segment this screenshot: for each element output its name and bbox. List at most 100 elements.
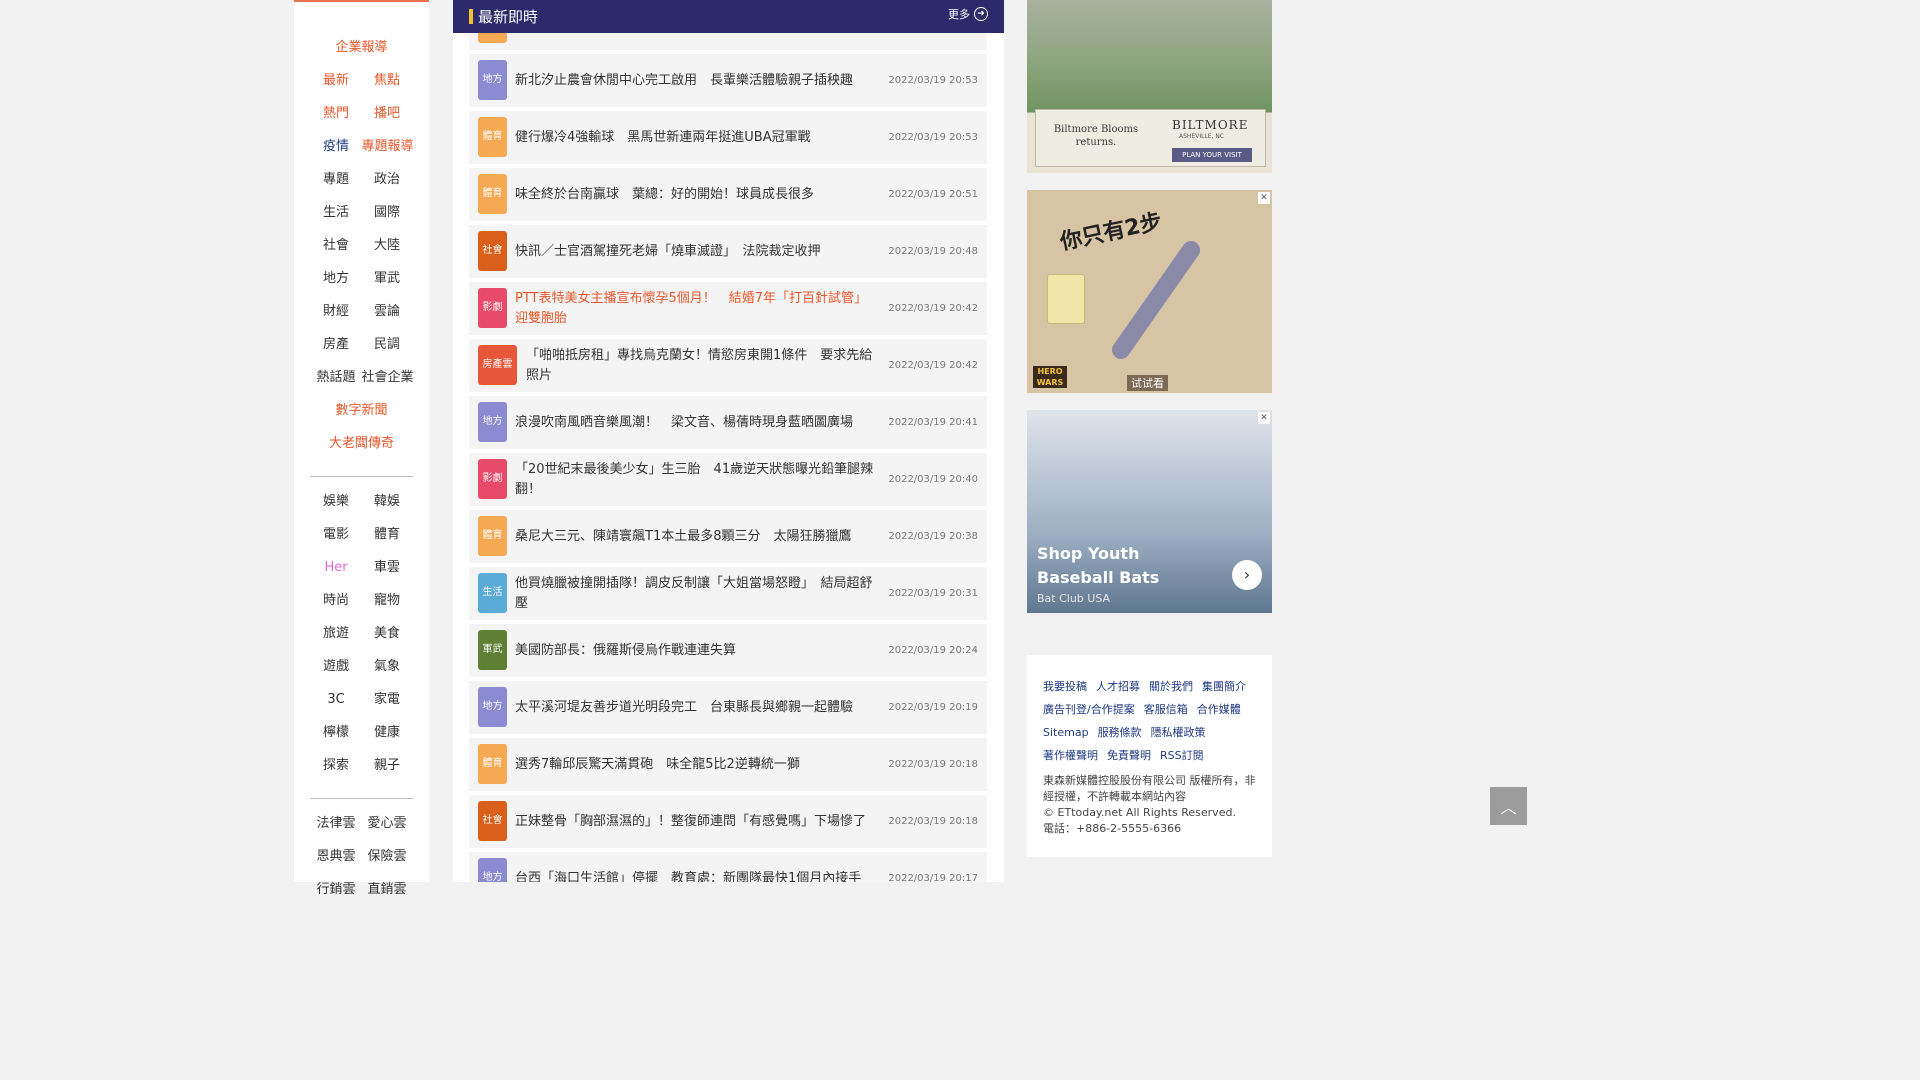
footer-link[interactable]: 人才招募 (1096, 680, 1140, 693)
news-item[interactable]: 社會 正妹整骨「胸部濕濕的」！整復師連問「有感覺嗎」下場慘了 2022/03/19 … (469, 795, 987, 848)
sidebar-link[interactable]: 國際 (362, 196, 413, 229)
news-headline[interactable]: 新北汐止農會休閒中心完工啟用 長輩樂活體驗親子插秧趣 (515, 54, 875, 107)
sidebar-link[interactable]: 財經 (311, 295, 362, 328)
sidebar-link[interactable]: 房產 (311, 328, 362, 361)
news-headline[interactable]: 浪漫吹南風晒音樂風潮！ 梁文音、楊蒨時現身藍晒圖廣場 (515, 396, 875, 449)
footer-link[interactable]: Sitemap (1043, 726, 1089, 739)
news-category-tag[interactable]: 影劇 (478, 288, 507, 328)
footer-link[interactable]: 服務條款 (1098, 726, 1142, 739)
sidebar-link[interactable]: 韓娛 (362, 485, 413, 518)
sidebar-link[interactable]: 數字新聞 (335, 403, 387, 418)
sidebar-link[interactable]: 健康 (362, 716, 413, 749)
footer-link[interactable]: RSS訂閱 (1160, 749, 1204, 762)
sidebar-link[interactable]: 專題報導 (362, 130, 414, 163)
footer-link[interactable]: 合作媒體 (1197, 703, 1241, 716)
news-headline[interactable]: 「啪啪抵房租」專找烏克蘭女！情慾房東開1條件 要求先給照片 (526, 339, 876, 392)
news-category-tag[interactable]: 體育 (478, 744, 507, 784)
news-headline[interactable]: PTT表特美女主播宣布懷孕5個月！ 結婚7年「打百針試管」迎雙胞胎 (515, 282, 875, 335)
news-item[interactable]: 社會 快訊／士官酒駕撞死老婦「燒車滅證」 法院裁定收押 2022/03/19 20:… (469, 225, 987, 278)
sidebar-link[interactable]: 社會企業 (362, 361, 414, 394)
news-headline[interactable]: 選秀7輪邱辰驚天滿貫砲 味全龍5比2逆轉統一獅 (515, 738, 875, 791)
sidebar-link[interactable]: 愛心雲 (362, 807, 413, 840)
game-ad[interactable]: ✕ 你只有2步 HERO WARS 试试看 (1027, 190, 1272, 393)
news-headline[interactable]: 桑尼大三元、陳靖寰飆T1本土最多8顆三分 太陽狂勝獵鷹 (515, 510, 875, 563)
news-headline[interactable]: 他買燒臘被撞開插隊！調皮反制讓「大姐當場怒瞪」 結局超舒壓 (515, 567, 875, 620)
sidebar-link[interactable]: 焦點 (362, 64, 413, 97)
news-headline[interactable]: 太平溪河堤友善步道光明段完工 台東縣長與鄉親一起體驗 (515, 681, 875, 734)
sidebar-link[interactable]: 專題 (311, 163, 362, 196)
sidebar-link[interactable]: 恩典雲 (311, 840, 362, 873)
news-category-tag[interactable]: 軍武 (478, 630, 507, 670)
sidebar-link[interactable]: 軍武 (362, 262, 413, 295)
news-category-tag[interactable]: 地方 (478, 60, 507, 100)
back-to-top-button[interactable]: ︿ (1490, 787, 1527, 825)
news-category-tag[interactable]: 體育 (478, 117, 507, 157)
sidebar-link[interactable]: 家電 (362, 683, 413, 716)
sidebar-link[interactable]: 播吧 (362, 97, 413, 130)
footer-link[interactable]: 客服信箱 (1144, 703, 1188, 716)
sidebar-link[interactable]: 大陸 (362, 229, 413, 262)
sidebar-link[interactable]: 3C (311, 683, 362, 716)
sidebar-link[interactable]: 政治 (362, 163, 413, 196)
news-item[interactable]: 地方 浪漫吹南風晒音樂風潮！ 梁文音、楊蒨時現身藍晒圖廣場 2022/03/19 2… (469, 396, 987, 449)
sidebar-link[interactable]: 雲論 (362, 295, 413, 328)
news-headline[interactable]: 「20世紀末最後美少女」生三胎 41歲逆天狀態曝光鉛筆腿辣翻！ (515, 453, 875, 506)
sidebar-link[interactable]: 最新 (311, 64, 362, 97)
sidebar-link[interactable]: 疫情 (311, 130, 362, 163)
sidebar-link[interactable]: 時尚 (311, 584, 362, 617)
news-item[interactable]: 影劇 「20世紀末最後美少女」生三胎 41歲逆天狀態曝光鉛筆腿辣翻！ 2022/03… (469, 453, 987, 506)
news-item[interactable]: 體育 桑尼大三元、陳靖寰飆T1本土最多8顆三分 太陽狂勝獵鷹 2022/03/19 … (469, 510, 987, 563)
biltmore-ad[interactable]: Biltmore Blooms returns. BILTMORE ASHEVI… (1027, 0, 1272, 173)
footer-link[interactable]: 著作權聲明 (1043, 749, 1098, 762)
sidebar-link[interactable]: 娛樂 (311, 485, 362, 518)
news-category-tag[interactable]: 體育 (478, 174, 507, 214)
news-item[interactable]: 地方 新北汐止農會休閒中心完工啟用 長輩樂活體驗親子插秧趣 2022/03/19 2… (469, 54, 987, 107)
close-icon[interactable]: ✕ (1258, 412, 1270, 424)
sidebar-link[interactable]: 直銷雲 (362, 873, 413, 906)
sidebar-link[interactable]: 美食 (362, 617, 413, 650)
news-category-tag[interactable]: 生活 (478, 573, 507, 613)
news-category-tag[interactable]: 地方 (478, 687, 507, 727)
sidebar-link[interactable]: 地方 (311, 262, 362, 295)
footer-link[interactable]: 隱私權政策 (1151, 726, 1206, 739)
news-item[interactable]: 體育 健行爆冷4強輸球 黑馬世新連兩年挺進UBA冠軍戰 2022/03/19 20:… (469, 111, 987, 164)
news-category-tag[interactable]: 地方 (478, 858, 507, 882)
baseball-ad[interactable]: ✕ Shop Youth Baseball Bats Bat Club USA … (1027, 410, 1272, 613)
news-category-tag[interactable]: 社會 (478, 231, 507, 271)
sidebar-link[interactable]: 旅遊 (311, 617, 362, 650)
sidebar-link[interactable]: 體育 (362, 518, 413, 551)
news-headline[interactable]: 健行爆冷4強輸球 黑馬世新連兩年挺進UBA冠軍戰 (515, 111, 875, 164)
ad-cta-button[interactable]: PLAN YOUR VISIT (1172, 148, 1252, 162)
chevron-right-icon[interactable]: › (1232, 560, 1262, 590)
news-category-tag[interactable]: 地方 (478, 402, 507, 442)
news-category-tag[interactable]: 影劇 (478, 459, 507, 499)
sidebar-link[interactable]: 企業報導 (335, 40, 387, 55)
news-item[interactable]: 生活 他買燒臘被撞開插隊！調皮反制讓「大姐當場怒瞪」 結局超舒壓 2022/03/1… (469, 567, 987, 620)
footer-link[interactable]: 我要投稿 (1043, 680, 1087, 693)
news-headline[interactable]: 美國防部長：俄羅斯侵烏作戰連連失算 (515, 624, 875, 677)
news-category-tag[interactable]: 體育 (478, 516, 507, 556)
sidebar-link[interactable]: Her (311, 551, 362, 584)
news-headline[interactable]: 快訊／士官酒駕撞死老婦「燒車滅證」 法院裁定收押 (515, 225, 875, 278)
sidebar-link[interactable]: 車雲 (362, 551, 413, 584)
news-item[interactable]: 體育 選秀7輪邱辰驚天滿貫砲 味全龍5比2逆轉統一獅 2022/03/19 20:1… (469, 738, 987, 791)
sidebar-link[interactable]: 熱門 (311, 97, 362, 130)
sidebar-link[interactable]: 檸檬 (311, 716, 362, 749)
sidebar-link[interactable]: 民調 (362, 328, 413, 361)
news-category-tag[interactable]: 社會 (478, 801, 507, 841)
sidebar-link[interactable]: 電影 (311, 518, 362, 551)
sidebar-link[interactable]: 寵物 (362, 584, 413, 617)
sidebar-link[interactable]: 生活 (311, 196, 362, 229)
sidebar-link[interactable]: 氣象 (362, 650, 413, 683)
sidebar-link[interactable]: 行銷雲 (311, 873, 362, 906)
footer-link[interactable]: 集團簡介 (1202, 680, 1246, 693)
sidebar-link[interactable]: 保險雲 (362, 840, 413, 873)
sidebar-link[interactable]: 大老闆傳奇 (329, 436, 394, 451)
news-item[interactable]: 體育 味全終於台南贏球 葉總：好的開始！球員成長很多 2022/03/19 20:5… (469, 168, 987, 221)
sidebar-link[interactable]: 法律雲 (311, 807, 362, 840)
close-icon[interactable]: ✕ (1258, 192, 1270, 204)
news-headline[interactable]: 台西「海口生活館」停擺 教育處：新團隊最快1個月內接手 (515, 852, 875, 883)
game-ad-cta[interactable]: 试试看 (1127, 375, 1168, 391)
news-item[interactable]: 影劇 PTT表特美女主播宣布懷孕5個月！ 結婚7年「打百針試管」迎雙胞胎 2022/… (469, 282, 987, 335)
footer-link[interactable]: 關於我們 (1149, 680, 1193, 693)
